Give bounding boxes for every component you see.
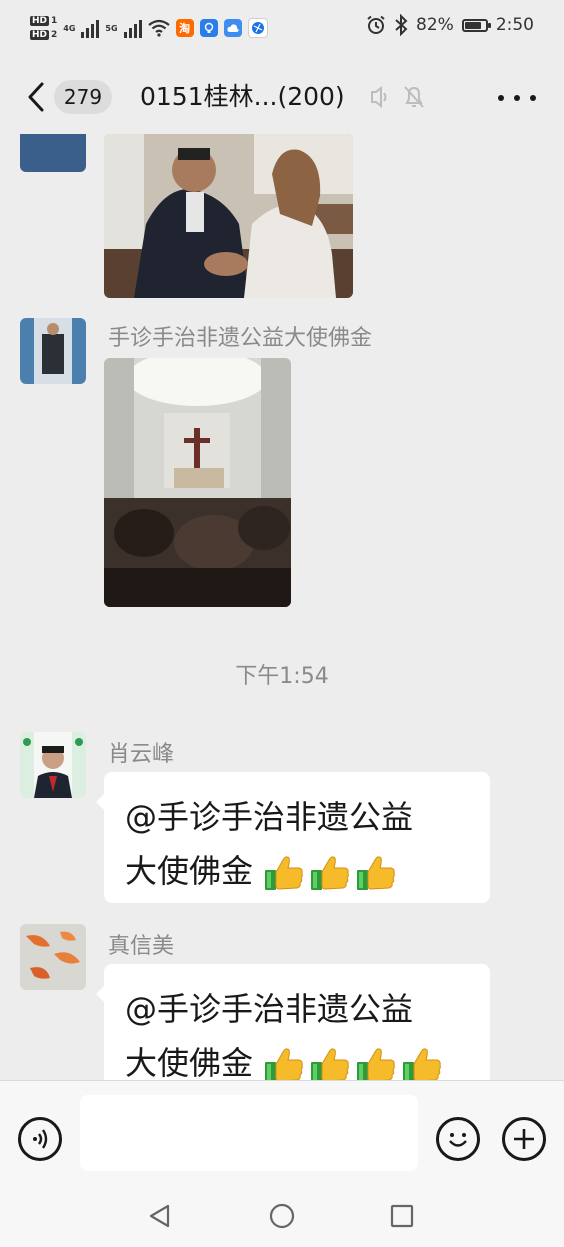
battery-fill xyxy=(464,21,482,29)
message-line: @手诊手治非遗公益 xyxy=(125,798,414,836)
thumbs-up-emoji-group xyxy=(263,1044,443,1080)
taobao-glyph: 淘 xyxy=(179,22,191,35)
more-dots-icon[interactable] xyxy=(498,84,536,112)
status-left: HD 1 HD 2 4G 5G 淘 xyxy=(30,12,268,44)
hd2-label: HD xyxy=(30,30,50,40)
image-message[interactable] xyxy=(104,358,291,607)
avatar[interactable] xyxy=(20,318,86,384)
avatar[interactable] xyxy=(20,134,86,172)
hd-indicator: HD 1 HD 2 xyxy=(30,15,57,41)
wifi-icon xyxy=(147,19,170,37)
sender-name: 肖云峰 xyxy=(108,742,175,767)
battery-percent: 82% xyxy=(416,15,454,35)
earpiece-icon xyxy=(371,85,387,109)
timestamp: 下午1:54 xyxy=(235,664,329,689)
thumbs-up-emoji-icon xyxy=(265,856,303,890)
avatar-photo xyxy=(20,318,86,384)
signal-bars-2-icon xyxy=(123,18,142,38)
avatar[interactable] xyxy=(20,732,86,798)
mute-bell-icon xyxy=(404,86,424,108)
message-line: 大使佛金 xyxy=(125,1044,254,1080)
plus-icon[interactable] xyxy=(502,1117,546,1161)
recents-square-icon[interactable] xyxy=(388,1202,416,1230)
back-triangle-icon[interactable] xyxy=(146,1202,174,1230)
hd2-sub: 2 xyxy=(51,30,58,40)
thumbs-up-emoji-icon xyxy=(357,856,395,890)
message-line-2: 大使佛金 xyxy=(125,1036,470,1080)
alarm-icon xyxy=(367,15,385,34)
status-time: 2:50 xyxy=(495,15,534,35)
avatar[interactable] xyxy=(20,924,86,990)
sender-name: 手诊手治非遗公益大使佛金 xyxy=(108,326,373,351)
emoji-icon[interactable] xyxy=(436,1117,480,1161)
browser-app-icon xyxy=(247,18,268,38)
text-message-bubble[interactable]: @手诊手治非遗公益 大使佛金 xyxy=(96,964,490,1080)
message-list[interactable]: 手诊手治非遗公益大使佛金 下午1:54 肖云峰 @手诊手治非遗公益 大使佛金 真… xyxy=(0,134,564,1080)
text-message-bubble[interactable]: @手诊手治非遗公益 大使佛金 xyxy=(96,772,490,903)
message-line: @手诊手治非遗公益 xyxy=(125,990,414,1028)
photo-pew-scene xyxy=(104,134,353,298)
image-message[interactable] xyxy=(104,134,353,298)
avatar-photo xyxy=(20,732,86,798)
message-line-2: 大使佛金 xyxy=(125,844,470,898)
taobao-icon: 淘 xyxy=(175,19,194,37)
thumbs-up-emoji-icon xyxy=(265,1048,303,1080)
back-chevron-icon[interactable] xyxy=(22,80,52,114)
cloud-app-icon xyxy=(223,19,242,37)
thumbs-up-emoji-icon xyxy=(311,1048,349,1080)
system-nav-bar xyxy=(0,1184,564,1247)
unread-count-badge[interactable]: 279 xyxy=(54,80,112,114)
input-bar xyxy=(0,1080,564,1184)
net2-label: 5G xyxy=(105,23,118,33)
network-4g: 4G xyxy=(63,24,75,33)
thumbs-up-emoji-icon xyxy=(357,1048,395,1080)
message-input[interactable] xyxy=(80,1095,418,1171)
bluetooth-icon xyxy=(395,14,408,36)
thumbs-up-emoji-group xyxy=(263,852,397,894)
chat-header: 279 0151桂林...(200) xyxy=(0,58,564,134)
lightbulb-app-icon xyxy=(199,19,218,37)
network-5g: 5G xyxy=(105,24,117,33)
signal-bars-1-icon xyxy=(81,18,100,38)
voice-icon[interactable] xyxy=(18,1117,62,1161)
thumbs-up-emoji-icon xyxy=(403,1048,441,1080)
battery-icon xyxy=(461,18,491,32)
message-line: 大使佛金 xyxy=(125,852,254,890)
status-bar: HD 1 HD 2 4G 5G 淘 82% 2:50 xyxy=(0,0,564,58)
avatar-goldfish xyxy=(20,924,86,990)
home-circle-icon[interactable] xyxy=(268,1202,296,1230)
hd1-label: HD xyxy=(30,16,50,26)
status-right: 82% 2:50 xyxy=(366,14,534,36)
photo-church-interior xyxy=(104,358,291,607)
sender-name: 真信美 xyxy=(108,934,175,959)
thumbs-up-emoji-icon xyxy=(311,856,349,890)
net1-label: 4G xyxy=(63,23,76,33)
chat-title[interactable]: 0151桂林...(200) xyxy=(140,78,345,116)
header-status-icons xyxy=(368,84,426,110)
hd1-sub: 1 xyxy=(51,16,58,26)
